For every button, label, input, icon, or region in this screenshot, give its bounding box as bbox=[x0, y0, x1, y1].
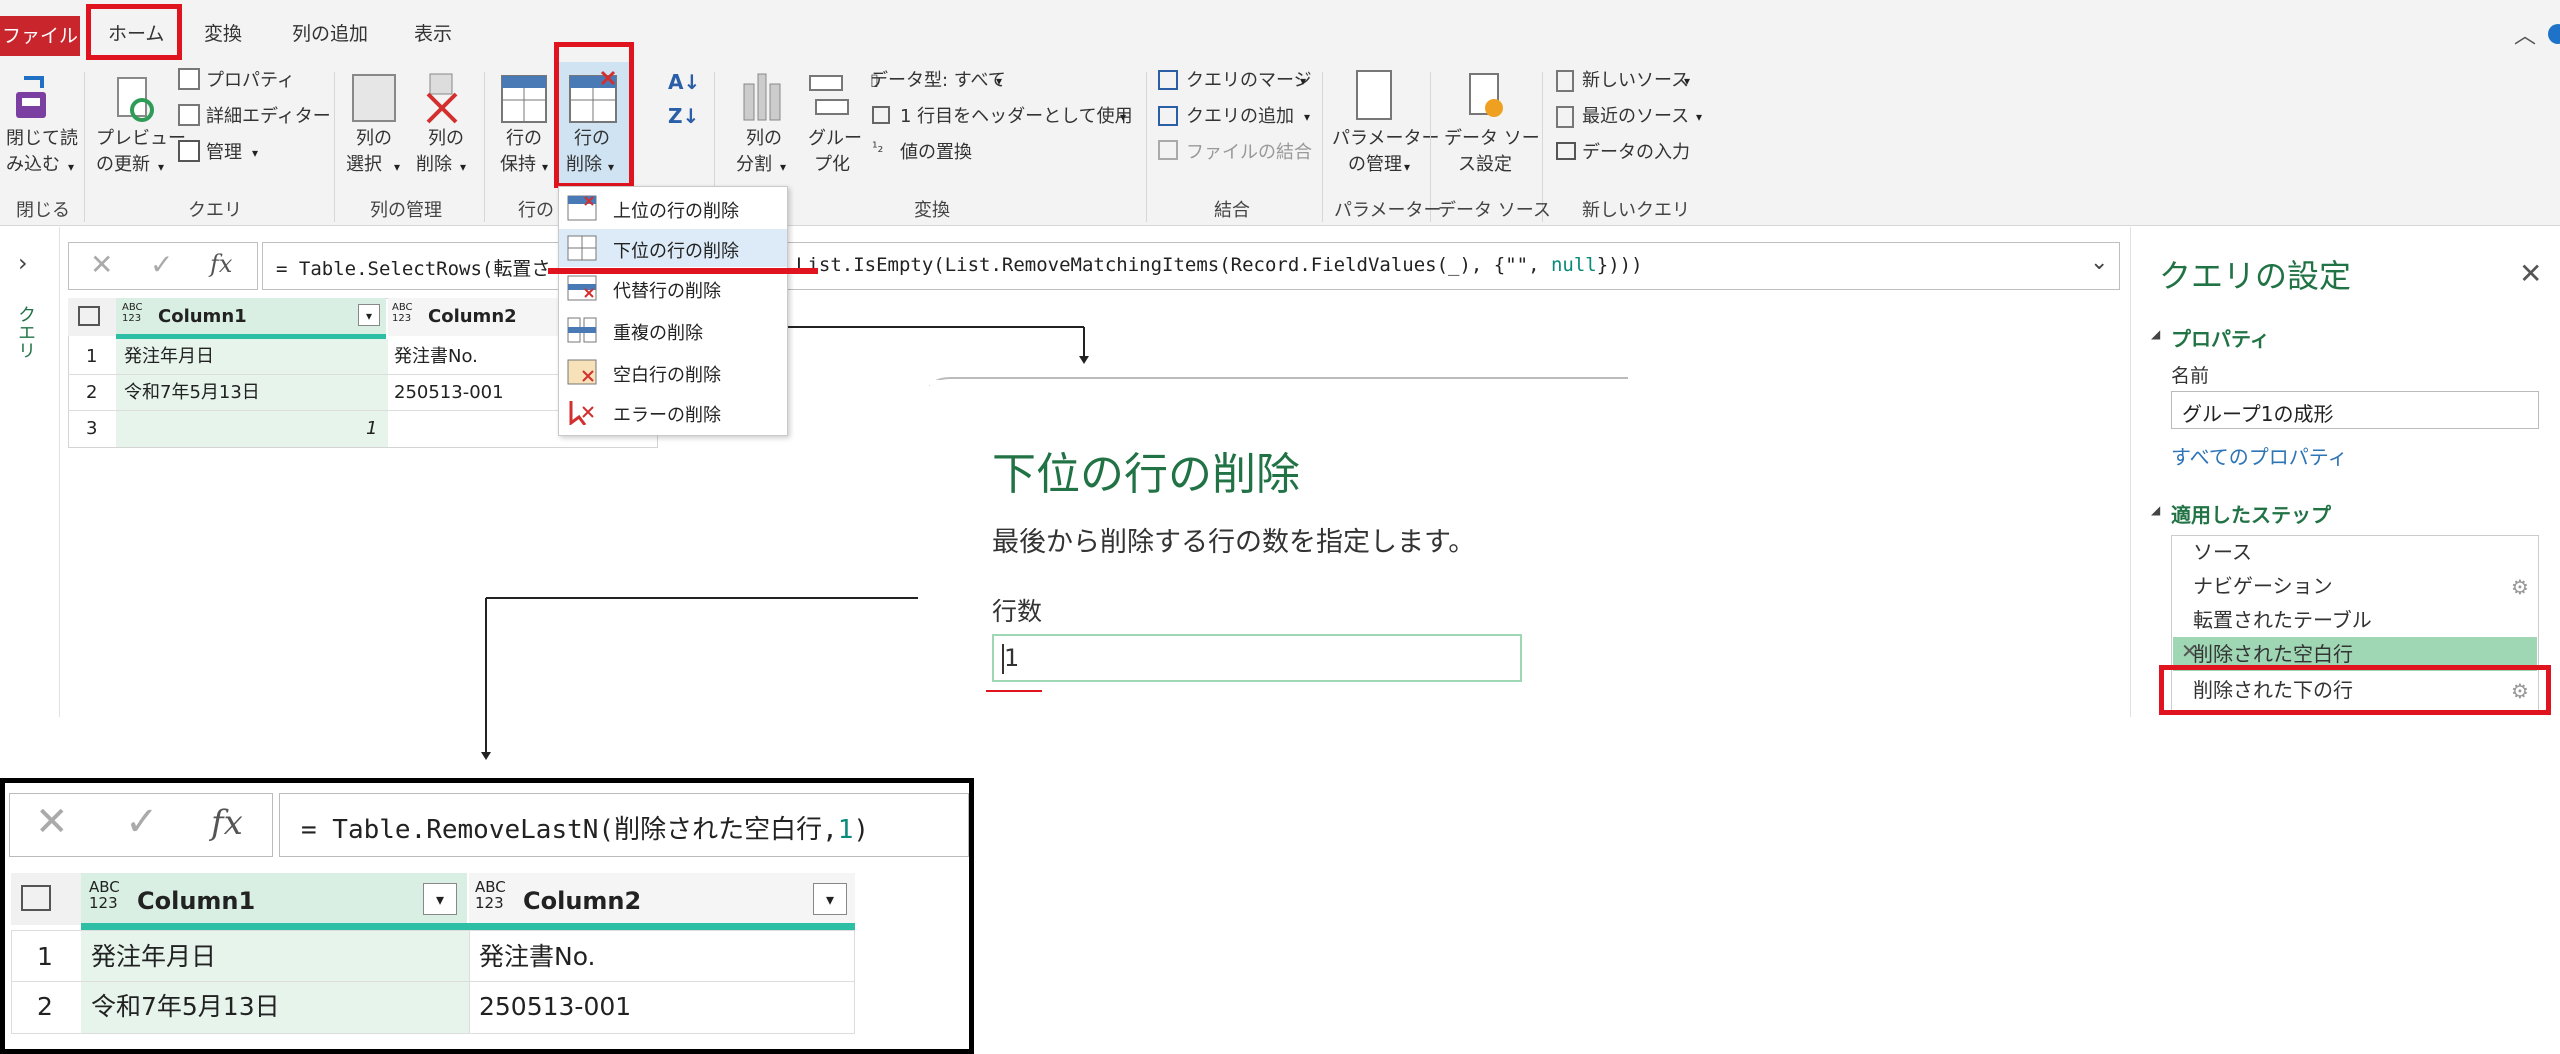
result-column2-title: Column2 bbox=[523, 887, 642, 915]
step-item[interactable]: 転置されたテーブル bbox=[2173, 603, 2537, 637]
step-item[interactable]: ソース bbox=[2173, 535, 2537, 569]
collapse-arrow-icon[interactable]: ◢ bbox=[2151, 327, 2160, 341]
row-count-label: 行数 bbox=[992, 597, 1043, 626]
row-number: 1 bbox=[37, 942, 53, 971]
step-settings-gear-icon[interactable]: ⚙ bbox=[2511, 575, 2529, 599]
type-abc: ABC bbox=[89, 878, 120, 896]
dialog-title: 下位の行の削除 bbox=[992, 449, 1300, 500]
text-cursor bbox=[1002, 644, 1004, 674]
result-formula-prefix: = Table.RemoveLastN(削除された空白行, bbox=[301, 815, 838, 845]
screenshot-root: ファイル ホーム 変換 列の追加 表示 ︿ 閉じて読 み込む ▾ プレビュー の… bbox=[0, 0, 2560, 1054]
cancel-formula-icon[interactable]: ✕ bbox=[35, 799, 69, 845]
result-quality-bar bbox=[81, 923, 855, 930]
result-column1-title: Column1 bbox=[137, 887, 256, 915]
row-count-input[interactable]: 1 bbox=[992, 634, 1522, 682]
query-name-value: グループ1の成形 bbox=[2182, 402, 2334, 426]
highlight-new-step bbox=[2159, 665, 2551, 715]
type-abc: ABC bbox=[475, 878, 506, 896]
remove-bottom-rows-dialog: 下位の行の削除 最後から削除する行の数を指定します。 行数 1 bbox=[930, 380, 1630, 720]
all-properties-link[interactable]: すべてのプロパティ bbox=[2171, 441, 2348, 470]
applied-steps-header[interactable]: 適用したステップ bbox=[2171, 499, 2331, 528]
dialog-description: 最後から削除する行の数を指定します。 bbox=[992, 527, 1476, 558]
result-zoom-frame: ✕ ✓ fx = Table.RemoveLastN(削除された空白行,1) A… bbox=[0, 778, 974, 1054]
fx-icon: fx bbox=[211, 803, 243, 843]
properties-header[interactable]: プロパティ bbox=[2171, 323, 2270, 352]
collapse-arrow-icon[interactable]: ◢ bbox=[2151, 503, 2160, 517]
result-formula-end: ) bbox=[853, 815, 870, 845]
input-error-underline bbox=[986, 690, 1042, 692]
confirm-formula-icon[interactable]: ✓ bbox=[125, 799, 159, 845]
column2-filter-icon[interactable]: ▾ bbox=[813, 883, 847, 915]
grid-cell[interactable]: 発注年月日 bbox=[91, 939, 216, 975]
name-label: 名前 bbox=[2171, 365, 2210, 387]
row-count-value: 1 bbox=[1004, 644, 1020, 672]
query-settings-pane: クエリの設定 ✕ ◢ プロパティ 名前 グループ1の成形 すべてのプロパティ ◢… bbox=[2130, 227, 2560, 717]
step-item[interactable]: ナビゲーション bbox=[2173, 569, 2537, 603]
grid-cell[interactable]: 250513-001 bbox=[479, 989, 631, 1025]
grid-cell[interactable]: 令和7年5月13日 bbox=[91, 989, 280, 1025]
result-formula-number: 1 bbox=[837, 815, 854, 845]
close-settings-icon[interactable]: ✕ bbox=[2519, 257, 2542, 290]
type-123: 123 bbox=[475, 894, 504, 912]
query-settings-title: クエリの設定 bbox=[2159, 257, 2352, 295]
table-icon[interactable] bbox=[21, 885, 51, 911]
row-number: 2 bbox=[37, 992, 53, 1021]
type-123: 123 bbox=[89, 894, 118, 912]
query-name-input[interactable]: グループ1の成形 bbox=[2171, 391, 2539, 429]
column1-filter-icon[interactable]: ▾ bbox=[423, 883, 457, 915]
grid-cell[interactable]: 発注書No. bbox=[479, 939, 596, 975]
